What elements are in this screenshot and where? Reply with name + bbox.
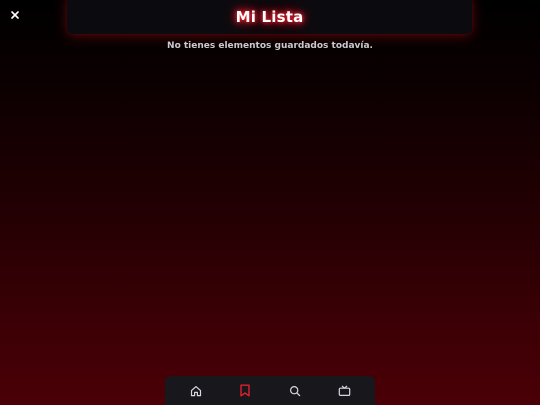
nav-item-tv[interactable] [329, 379, 359, 403]
page-title: Mi Lista [235, 8, 304, 26]
bottom-nav [165, 376, 375, 405]
nav-item-search[interactable] [280, 379, 310, 403]
close-icon [11, 11, 19, 19]
empty-list-message: No tienes elementos guardados todavía. [167, 41, 373, 51]
search-icon [289, 385, 300, 396]
home-icon [190, 385, 201, 396]
nav-item-home[interactable] [181, 379, 211, 403]
close-button[interactable] [8, 8, 22, 22]
nav-item-my-list[interactable] [230, 379, 260, 403]
tv-icon [338, 385, 351, 396]
header: Mi Lista [67, 0, 472, 34]
bookmark-icon [240, 384, 250, 397]
